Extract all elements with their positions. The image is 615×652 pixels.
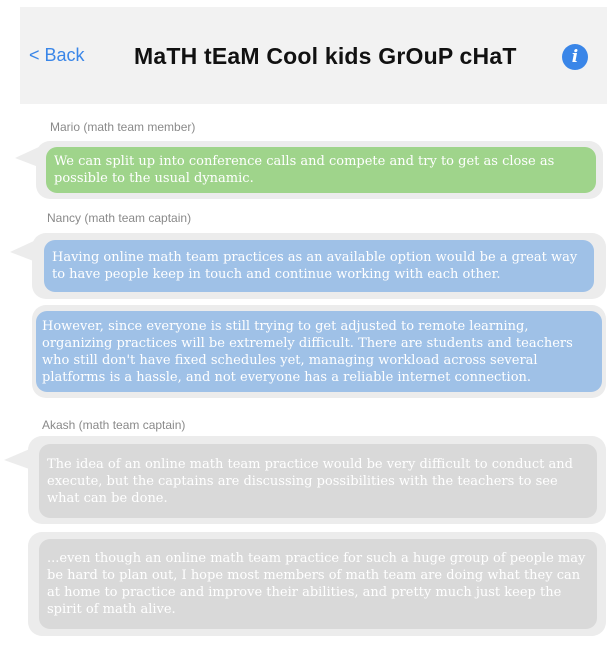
info-icon[interactable]: i	[562, 44, 588, 70]
sender-name-mario: Mario (math team member)	[50, 120, 196, 134]
message-bubble-nancy: Having online math team practices as an …	[44, 240, 594, 292]
sender-name-akash: Akash (math team captain)	[42, 418, 186, 432]
chat-title: MaTH tEaM Cool kids GrOuP cHaT	[134, 43, 517, 69]
sender-name-nancy: Nancy (math team captain)	[47, 211, 192, 225]
back-button[interactable]: < Back	[29, 45, 85, 66]
chat-header: < Back MaTH tEaM Cool kids GrOuP cHaT i	[20, 7, 607, 104]
message-bubble-nancy-continued: However, since everyone is still trying …	[36, 311, 602, 392]
message-bubble-akash: The idea of an online math team practice…	[39, 444, 597, 518]
message-bubble-mario: We can split up into conference calls an…	[46, 147, 596, 193]
message-bubble-akash-continued: ...even though an online math team pract…	[39, 539, 597, 629]
